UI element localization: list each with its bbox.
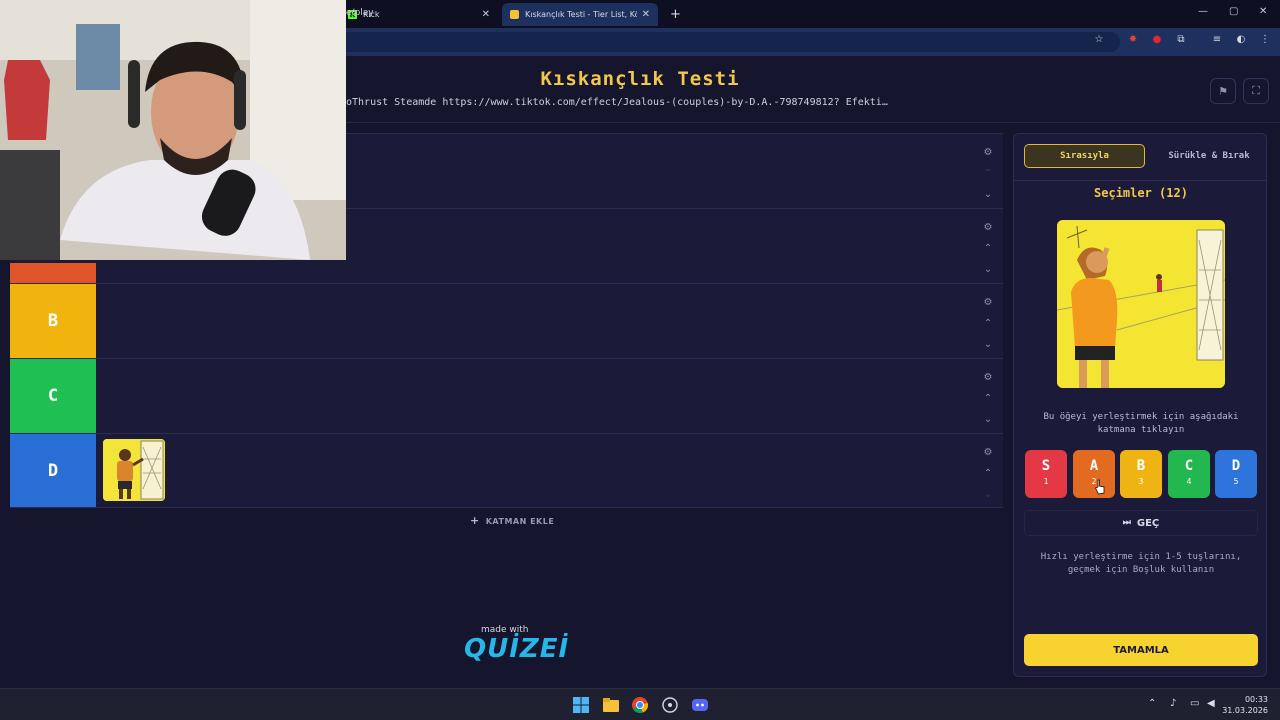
choices-title: Seçimler (12) <box>1094 186 1188 200</box>
report-flag-button[interactable]: ⚑ <box>1210 78 1236 104</box>
menu-icon[interactable]: ⋮ <box>1258 34 1272 45</box>
cartoon-illustration <box>103 439 165 501</box>
chevron-up-icon[interactable]: ⌃ <box>984 463 992 484</box>
plus-icon: + <box>470 514 480 527</box>
webcam-overlay <box>0 0 346 260</box>
tier-controls: ⚙ ⌃ ⌄ <box>981 442 995 505</box>
address-bar[interactable] <box>240 32 1120 52</box>
profile-icon[interactable]: ◐ <box>1234 34 1248 45</box>
tier-controls: ⚙ ⌃ ⌄ <box>981 217 995 280</box>
skip-button[interactable]: ⏭ GEÇ <box>1024 510 1258 536</box>
new-tab-button[interactable]: + <box>662 3 689 26</box>
extension-icon[interactable]: ✸ <box>1126 34 1140 45</box>
pick-letter: C <box>1184 458 1194 474</box>
minimize-icon[interactable]: — <box>1198 6 1208 17</box>
file-explorer-icon[interactable] <box>603 697 619 713</box>
quizei-icon <box>510 10 519 19</box>
media-icon[interactable]: ≡ <box>1210 34 1224 45</box>
maximize-icon[interactable]: ▢ <box>1229 6 1238 17</box>
gear-icon[interactable]: ⚙ <box>984 142 993 163</box>
chevron-up-icon[interactable]: ⌃ <box>984 388 992 409</box>
display-icon[interactable]: ▭ <box>1190 698 1199 709</box>
close-window-icon[interactable]: ✕ <box>1259 6 1267 17</box>
pick-letter: S <box>1041 458 1051 474</box>
tier-row[interactable]: C ⚙ ⌃ ⌄ <box>10 358 1003 433</box>
chevron-down-icon[interactable]: ⌄ <box>984 484 992 505</box>
quizei-logo[interactable]: QUİZEİ <box>464 634 569 664</box>
tier-controls: ⚙ ⌃ ⌄ <box>981 292 995 355</box>
clock-time: 00:33 <box>1244 695 1268 704</box>
add-tier-button[interactable]: + KATMAN EKLE <box>470 514 554 527</box>
system-clock[interactable]: 00:33 31.03.2026 <box>1222 694 1268 716</box>
placement-instruction: Bu öğeyi yerleştirmek için aşağıdaki kat… <box>1043 412 1239 435</box>
tab-drag-drop[interactable]: Sürükle & Bırak <box>1150 144 1268 168</box>
chevron-down-icon[interactable]: ⌄ <box>984 259 992 280</box>
volume-icon[interactable]: ◀ <box>1207 698 1215 709</box>
windows-start-icon[interactable] <box>573 697 589 713</box>
skip-icon: ⏭ <box>1122 518 1131 528</box>
os-taskbar: ⌃ ♪ ▭ ◀ 00:33 31.03.2026 <box>0 688 1280 720</box>
finish-button[interactable]: TAMAMLA <box>1024 634 1258 666</box>
discord-icon[interactable] <box>692 697 708 713</box>
puzzle-icon[interactable]: ⧉ <box>1174 34 1188 45</box>
chevron-up-icon[interactable]: ⌃ <box>984 238 992 259</box>
tab-quiz[interactable]: Kıskançlık Testi - Tier List, Kör S ✕ <box>502 3 658 26</box>
fullscreen-button[interactable]: ⛶ <box>1243 78 1269 104</box>
current-choice-image <box>1057 220 1225 388</box>
pick-key: 4 <box>1186 477 1192 486</box>
skip-label: GEÇ <box>1136 517 1160 529</box>
pick-letter: A <box>1089 458 1099 474</box>
chevron-up-icon[interactable]: ⌃ <box>1148 698 1156 709</box>
url-text[interactable]: e/play <box>346 8 374 18</box>
tier-controls: ⚙ ⌃ ⌄ <box>981 142 995 205</box>
tier-label: D <box>10 434 96 507</box>
tier-row[interactable]: B ⚙ ⌃ ⌄ <box>10 283 1003 358</box>
tier-item-image[interactable] <box>103 439 165 501</box>
extension-icon[interactable]: ● <box>1150 34 1164 45</box>
pick-key: 5 <box>1233 477 1239 486</box>
microphone-icon[interactable]: ♪ <box>1170 698 1176 709</box>
tier-pick-b-button[interactable]: B 3 <box>1120 450 1162 498</box>
chevron-up-icon[interactable]: ⌃ <box>984 313 992 334</box>
add-tier-label: KATMAN EKLE <box>485 517 555 526</box>
tier-controls: ⚙ ⌃ ⌄ <box>981 367 995 430</box>
gear-icon[interactable]: ⚙ <box>984 442 993 463</box>
pick-letter: D <box>1231 458 1241 474</box>
close-tab-icon[interactable]: ✕ <box>642 9 650 20</box>
page-description: oThrust Steamde https://www.tiktok.com/e… <box>346 97 888 108</box>
tier-pick-c-button[interactable]: C 4 <box>1168 450 1210 498</box>
chrome-icon[interactable] <box>632 697 648 713</box>
tab-sequential[interactable]: Sırasıyla <box>1024 144 1145 168</box>
pick-letter: B <box>1136 458 1146 474</box>
gear-icon[interactable]: ⚙ <box>984 292 993 313</box>
mode-toggle: Sırasıyla Sürükle & Bırak <box>1024 144 1258 168</box>
tab-title: Kıskançlık Testi - Tier List, Kör S <box>525 10 637 19</box>
divider <box>1014 180 1266 181</box>
tier-pick-d-button[interactable]: D 5 <box>1215 450 1257 498</box>
gear-icon[interactable]: ⚙ <box>984 217 993 238</box>
app-icon[interactable] <box>662 697 678 713</box>
close-tab-icon[interactable]: ✕ <box>482 9 490 20</box>
choices-panel: Sırasıyla Sürükle & Bırak Seçimler (12) <box>1013 133 1267 677</box>
bookmark-star-icon[interactable]: ☆ <box>1092 34 1106 45</box>
screen: K Kick ✕ Kıskançlık Testi - Tier List, K… <box>0 0 1280 720</box>
chevron-down-icon[interactable]: ⌄ <box>984 409 992 430</box>
pick-key: 3 <box>1138 477 1144 486</box>
tier-label: B <box>10 284 96 358</box>
chevron-up-icon[interactable]: ⌃ <box>984 163 992 184</box>
clock-date: 31.03.2026 <box>1222 706 1268 715</box>
tier-label: C <box>10 359 96 433</box>
streamer-webcam <box>0 0 346 260</box>
mouse-cursor-icon <box>1094 479 1105 495</box>
gear-icon[interactable]: ⚙ <box>984 367 993 388</box>
tier-color-strip <box>10 263 96 284</box>
cartoon-illustration <box>1057 220 1225 388</box>
pick-key: 1 <box>1043 477 1049 486</box>
keyboard-hint: Hızlı yerleştirme için 1-5 tuşlarını, ge… <box>1040 552 1242 575</box>
chevron-down-icon[interactable]: ⌄ <box>984 184 992 205</box>
tier-pick-s-button[interactable]: S 1 <box>1025 450 1067 498</box>
tier-row[interactable]: D ⚙ ⌃ ⌄ <box>10 433 1003 508</box>
chevron-down-icon[interactable]: ⌄ <box>984 334 992 355</box>
